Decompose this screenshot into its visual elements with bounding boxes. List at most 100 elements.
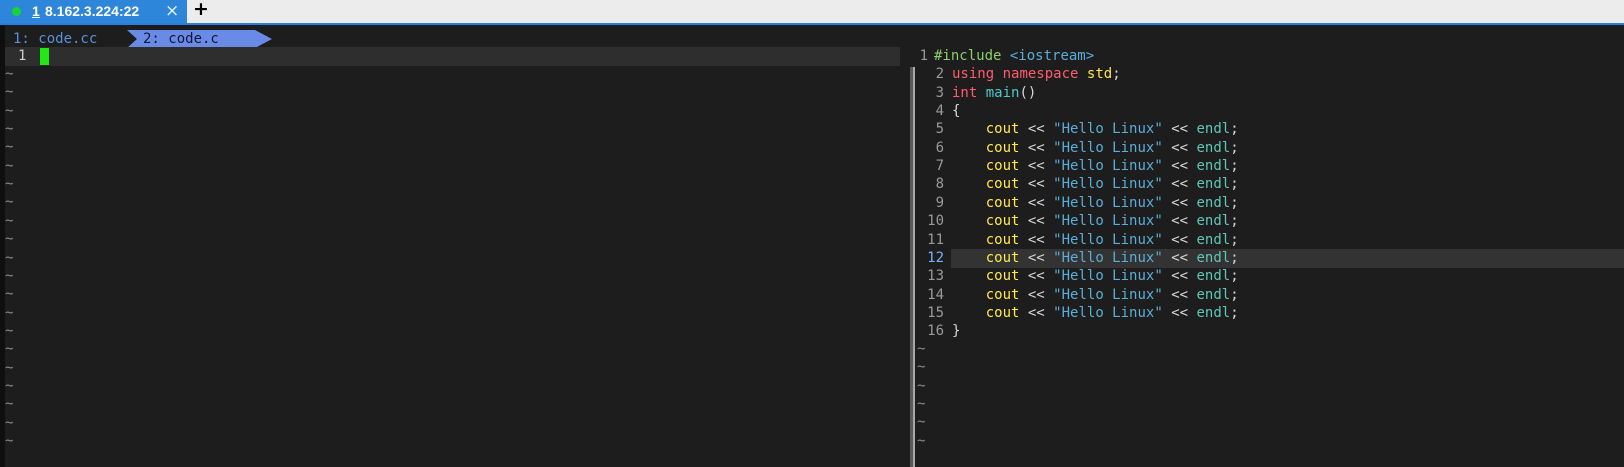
line-number: 13 xyxy=(927,268,944,285)
new-tab-button[interactable]: + xyxy=(193,0,209,20)
empty-line-tilde: ~ xyxy=(5,66,14,82)
endl-identifier: endl xyxy=(1196,213,1231,230)
empty-line-tilde: ~ xyxy=(5,322,14,339)
close-icon[interactable]: × xyxy=(165,1,179,21)
empty-line-tilde: ~ xyxy=(917,377,926,394)
cout-identifier: cout xyxy=(985,304,1020,321)
empty-line-tilde: ~ xyxy=(5,433,14,449)
empty-line-tilde: ~ xyxy=(5,194,14,211)
semicolon: ; xyxy=(1230,158,1239,175)
empty-line-tilde: ~ xyxy=(5,396,14,413)
line-number: 14 xyxy=(927,286,944,303)
stream-operator: << xyxy=(1171,304,1189,321)
semicolon: ; xyxy=(1230,194,1239,211)
stream-operator: << xyxy=(1171,231,1189,248)
empty-line-tilde: ~ xyxy=(5,176,14,193)
line-number: 2 xyxy=(935,66,944,83)
line-number: 1 xyxy=(919,48,928,64)
include-header: <iostream> xyxy=(1009,48,1095,64)
code-text: cout << "Hello Linux" << endl; xyxy=(952,267,1239,285)
stream-operator: << xyxy=(1027,268,1045,285)
empty-line-tilde: ~ xyxy=(5,84,14,101)
empty-line-tilde: ~ xyxy=(5,139,14,156)
status-dot-icon xyxy=(12,7,21,16)
empty-line-tilde: ~ xyxy=(5,267,14,284)
stream-operator: << xyxy=(1027,176,1045,193)
empty-line-tilde: ~ xyxy=(5,304,14,321)
endl-identifier: endl xyxy=(1196,286,1231,303)
semicolon: ; xyxy=(1230,213,1239,230)
cout-identifier: cout xyxy=(985,213,1020,230)
buffer-tab-code-cc[interactable]: 1: code.cc xyxy=(13,30,97,48)
line-number: 5 xyxy=(935,121,944,138)
close-brace: } xyxy=(952,323,961,340)
line-number: 8 xyxy=(935,176,944,193)
string-literal: "Hello Linux" xyxy=(1053,213,1163,230)
line-number: 11 xyxy=(927,231,944,248)
code-text: } xyxy=(952,322,960,340)
endl-identifier: endl xyxy=(1196,268,1231,285)
empty-line-tilde: ~ xyxy=(5,121,14,138)
stream-operator: << xyxy=(1027,304,1045,321)
string-literal: "Hello Linux" xyxy=(1053,158,1163,175)
stream-operator: << xyxy=(1027,213,1045,230)
include-directive: #include xyxy=(934,48,1002,64)
semicolon: ; xyxy=(1230,286,1239,303)
string-literal: "Hello Linux" xyxy=(1053,194,1163,211)
endl-identifier: endl xyxy=(1196,304,1231,321)
endl-identifier: endl xyxy=(1196,249,1231,266)
stream-operator: << xyxy=(1171,158,1189,175)
empty-line-tilde: ~ xyxy=(5,286,14,303)
code-text: cout << "Hello Linux" << endl; xyxy=(952,139,1239,157)
stream-operator: << xyxy=(1171,286,1189,303)
empty-line-tilde: ~ xyxy=(917,359,926,376)
cout-identifier: cout xyxy=(985,268,1020,285)
code-text: cout << "Hello Linux" << endl; xyxy=(952,212,1239,230)
string-literal: "Hello Linux" xyxy=(1053,139,1163,156)
line-number: 7 xyxy=(935,158,944,175)
string-literal: "Hello Linux" xyxy=(1053,286,1163,303)
line-number: 3 xyxy=(935,84,944,101)
empty-line-tilde: ~ xyxy=(5,414,14,431)
semicolon: ; xyxy=(1230,139,1239,156)
endl-identifier: endl xyxy=(1196,176,1231,193)
semicolon: ; xyxy=(1230,231,1239,248)
stream-operator: << xyxy=(1027,121,1045,138)
empty-line-tilde: ~ xyxy=(5,157,14,174)
empty-line-tilde: ~ xyxy=(5,359,14,376)
empty-line-tilde: ~ xyxy=(5,102,14,119)
line-number: 1 xyxy=(18,48,27,64)
code-text: cout << "Hello Linux" << endl; xyxy=(952,120,1239,138)
stream-operator: << xyxy=(1027,231,1045,248)
stream-operator: << xyxy=(1027,194,1045,211)
stream-operator: << xyxy=(1171,194,1189,211)
string-literal: "Hello Linux" xyxy=(1053,268,1163,285)
cout-identifier: cout xyxy=(985,176,1020,193)
cursor-line xyxy=(5,47,900,66)
stream-operator: << xyxy=(1171,268,1189,285)
code-text: #include <iostream> xyxy=(934,47,1094,65)
semicolon: ; xyxy=(1230,268,1239,285)
line-number: 12 xyxy=(927,249,944,266)
session-tab-index: 1 xyxy=(32,3,40,19)
code-text: cout << "Hello Linux" << endl; xyxy=(952,194,1239,212)
cout-identifier: cout xyxy=(985,231,1020,248)
vim-buffer-line: 1: code.cc 2: code.c xyxy=(5,30,272,48)
empty-line-tilde: ~ xyxy=(5,249,14,266)
stream-operator: << xyxy=(1171,121,1189,138)
empty-line-tilde: ~ xyxy=(5,341,14,358)
line-number: 4 xyxy=(935,103,944,120)
semicolon: ; xyxy=(1112,66,1121,83)
endl-identifier: endl xyxy=(1196,194,1231,211)
empty-line-tilde: ~ xyxy=(917,341,926,357)
code-text: cout << "Hello Linux" << endl; xyxy=(952,175,1239,193)
buffer-tab-code-c[interactable]: 2: code.c xyxy=(143,30,219,48)
keyword: using xyxy=(952,66,995,83)
open-brace: { xyxy=(952,103,961,120)
session-tab[interactable]: 1 8.162.3.224:22 × xyxy=(0,0,187,23)
line-number: 16 xyxy=(927,323,944,340)
string-literal: "Hello Linux" xyxy=(1053,121,1163,138)
keyword: namespace xyxy=(1002,66,1079,83)
string-literal: "Hello Linux" xyxy=(1053,304,1163,321)
stream-operator: << xyxy=(1171,213,1189,230)
